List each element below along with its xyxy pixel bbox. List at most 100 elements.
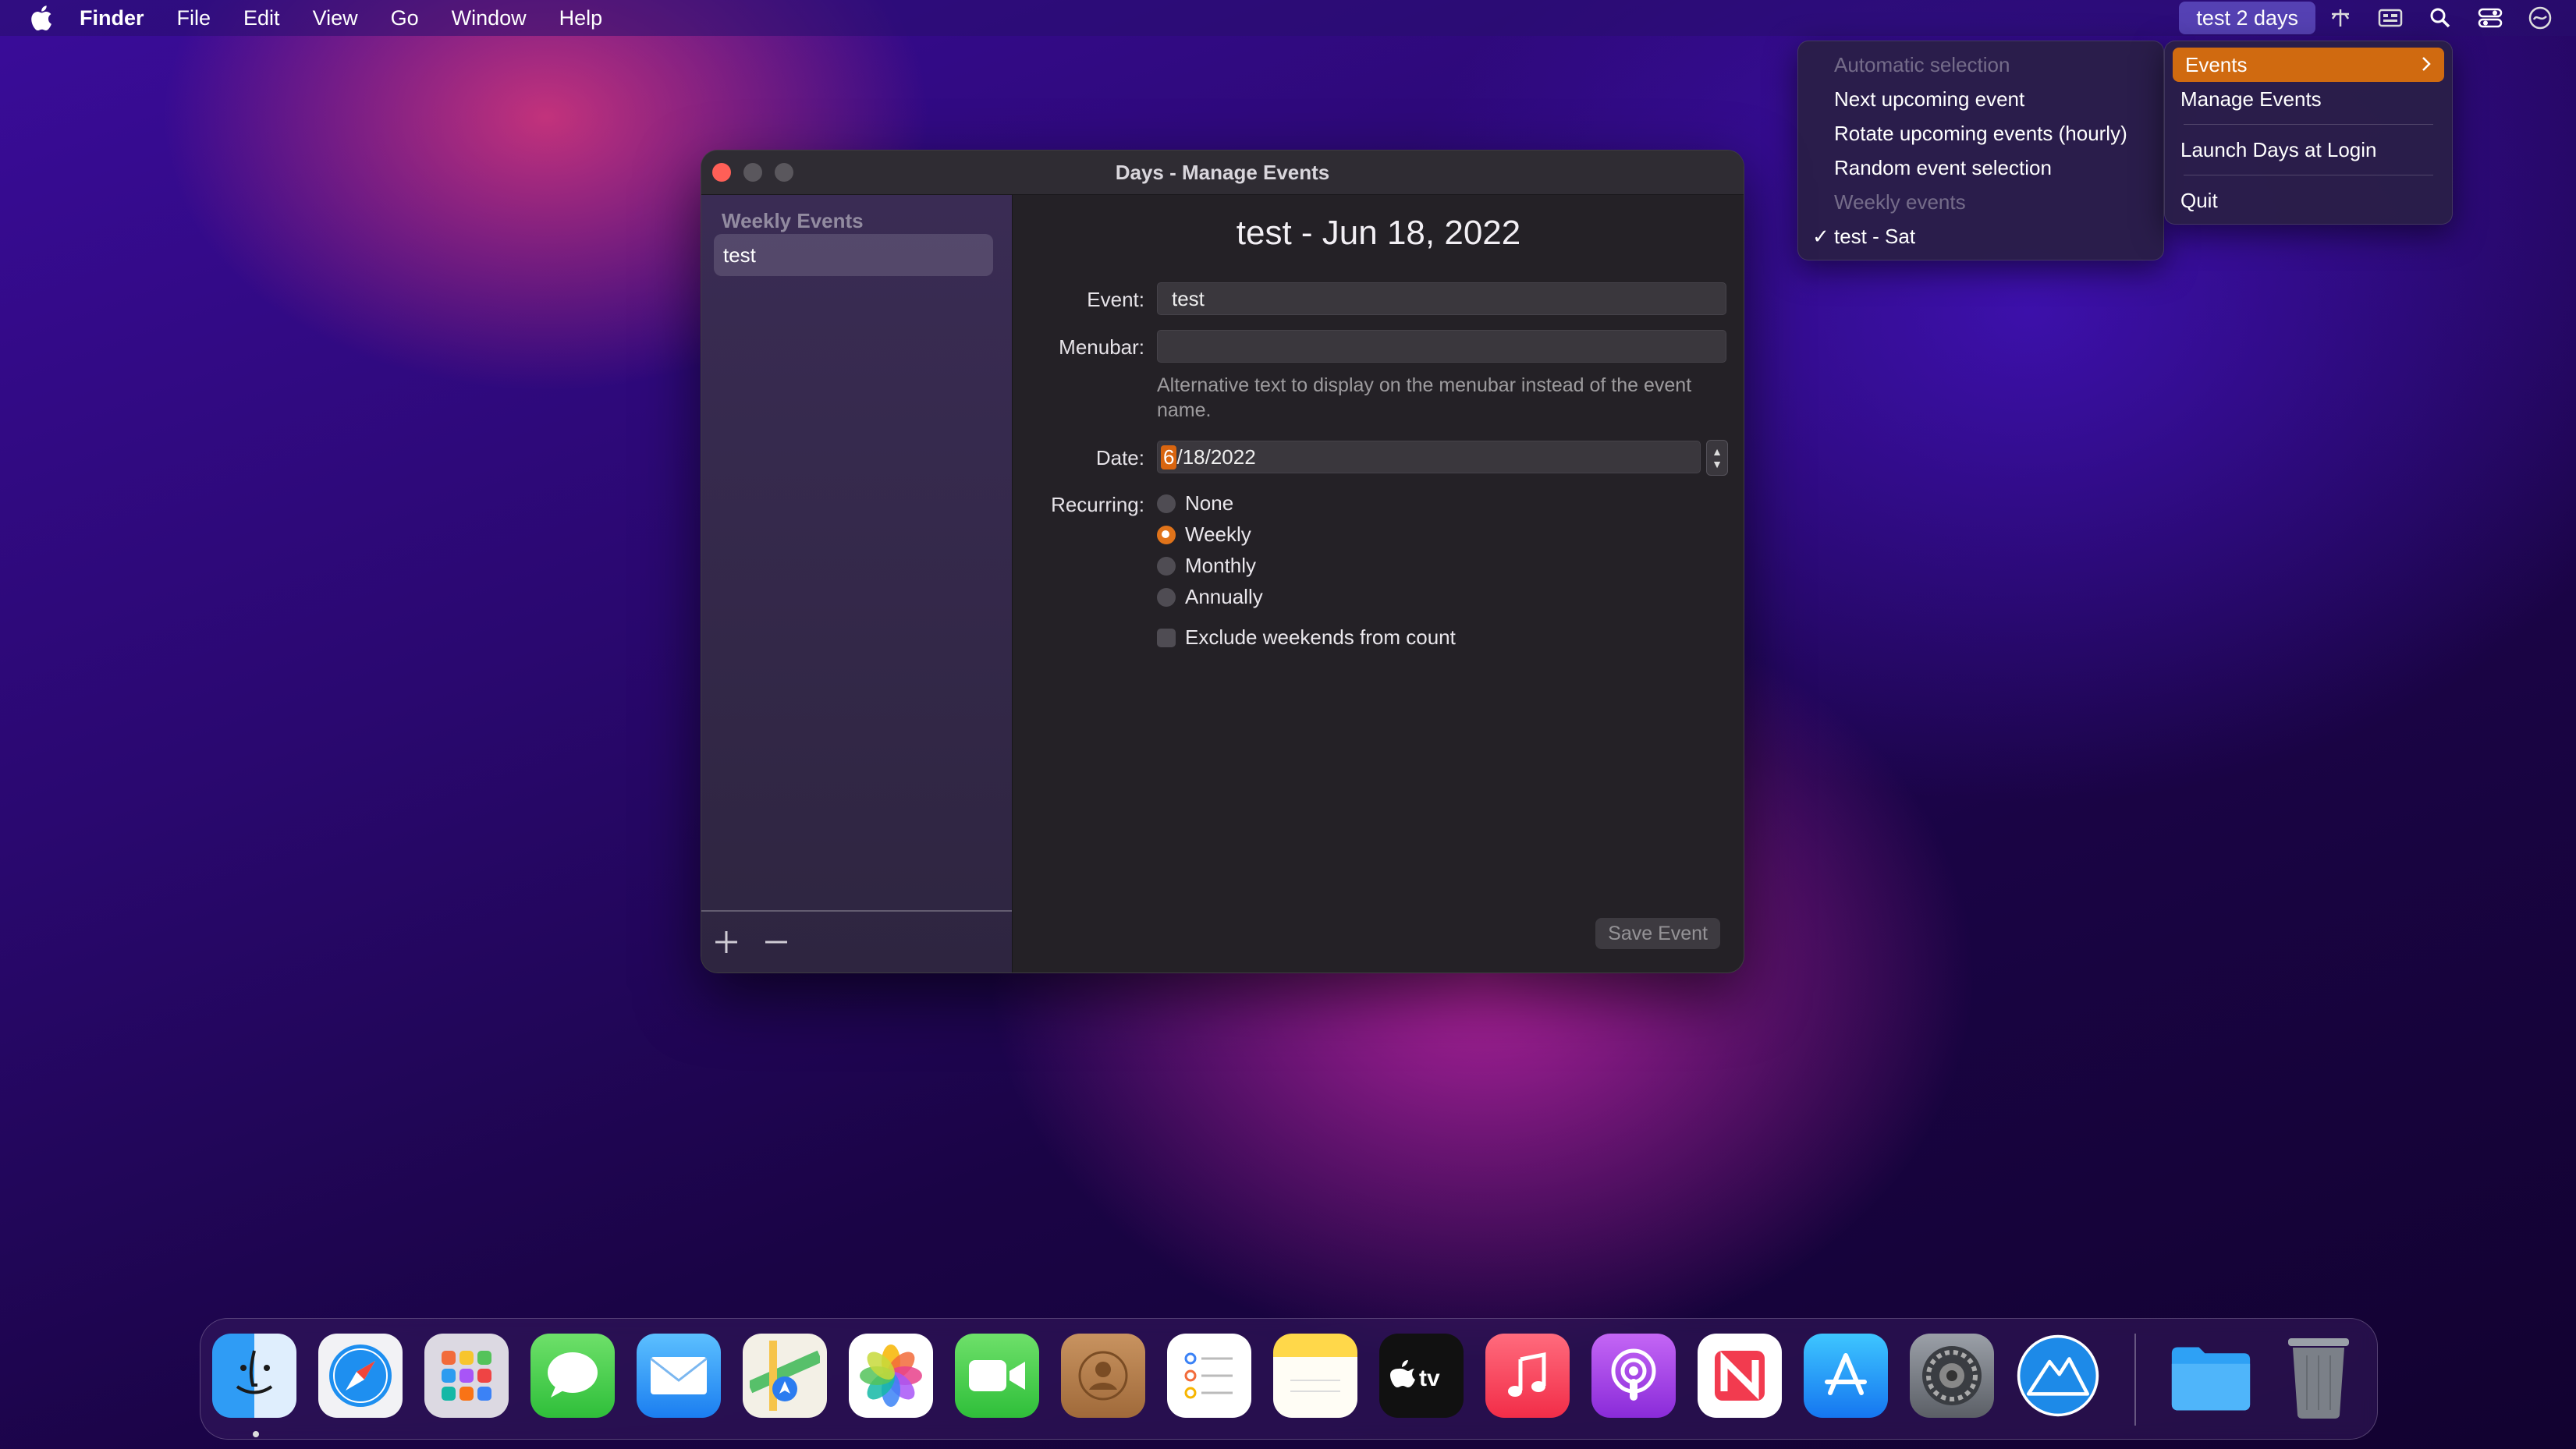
menu-item-random-selection[interactable]: Random event selection [1798,151,2163,185]
photos-app-icon[interactable] [849,1334,933,1418]
zoom-button[interactable] [775,163,793,182]
menu-file[interactable]: File [177,6,211,30]
chevron-right-icon [2421,53,2432,77]
facetime-app-icon[interactable] [955,1334,1039,1418]
trash-icon[interactable] [2276,1334,2361,1419]
menu-item-test-sat[interactable]: ✓ test - Sat [1798,219,2163,253]
system-preferences-app-icon[interactable] [1910,1334,1994,1418]
radio-annually-dot[interactable] [1157,587,1176,607]
contacts-app-icon[interactable] [1061,1334,1145,1418]
menu-item-manage-events[interactable]: Manage Events [2165,82,2452,116]
radio-weekly-dot[interactable] [1157,525,1176,544]
radio-none[interactable]: None [1157,491,1233,515]
radio-annually[interactable]: Annually [1157,585,1263,609]
svg-text:tv: tv [1419,1366,1440,1391]
add-event-button[interactable] [709,925,743,959]
window-titlebar[interactable]: Days - Manage Events [701,151,1744,195]
reminders-app-icon[interactable] [1167,1334,1251,1418]
date-label: Date: [1095,446,1144,469]
safari-app-icon[interactable] [318,1334,403,1418]
control-center-icon[interactable] [2475,2,2506,34]
days-menu: Events Manage Events Launch Days at Logi… [2164,41,2453,225]
messages-app-icon[interactable] [530,1334,615,1418]
plus-icon [715,931,737,953]
exclude-weekends-checkbox[interactable]: Exclude weekends from count [1157,625,1456,650]
launchpad-app-icon[interactable] [424,1334,509,1418]
close-button[interactable] [712,163,731,182]
minus-icon [765,941,787,944]
downloads-folder-icon[interactable] [2169,1337,2253,1421]
sidebar-header: Weekly Events [722,209,864,232]
manage-events-window: Days - Manage Events Weekly Events test … [701,150,1744,973]
menu-item-events-label: Events [2185,52,2248,76]
mail-app-icon[interactable] [637,1334,721,1418]
chevron-up-icon[interactable]: ▲ [1712,445,1723,458]
events-submenu: Automatic selection Next upcoming event … [1797,41,2164,260]
radio-annually-label: Annually [1185,585,1263,608]
keyboard-input-icon[interactable] [2375,2,2406,34]
days-app-icon[interactable] [2016,1334,2100,1418]
siri-icon[interactable] [2525,2,2556,34]
sidebar: Weekly Events test [701,195,1013,972]
menu-edit[interactable]: Edit [243,6,280,30]
radio-monthly[interactable]: Monthly [1157,554,1256,578]
podcasts-app-icon[interactable] [1591,1334,1676,1418]
menu-section-weekly-events: Weekly events [1834,190,1966,214]
date-picker-field[interactable]: 6/18/2022 [1157,441,1701,473]
date-stepper[interactable]: ▲ ▼ [1706,440,1728,476]
menu-item-quit[interactable]: Quit [2165,183,2452,218]
date-rest: /18/2022 [1176,445,1256,469]
menu-window[interactable]: Window [452,6,527,30]
news-app-icon[interactable] [1698,1334,1782,1418]
menu-item-test-sat-label: test - Sat [1834,224,1916,248]
radio-weekly[interactable]: Weekly [1157,523,1251,547]
event-editor: test - Jun 18, 2022 Event: test Menubar:… [1013,195,1744,972]
save-event-button[interactable]: Save Event [1595,918,1720,949]
menu-help[interactable]: Help [559,6,603,30]
menu-item-events[interactable]: Events [2173,48,2444,82]
window-title: Days - Manage Events [1115,160,1330,184]
maps-app-icon[interactable] [743,1334,827,1418]
sidebar-item-test[interactable]: test [714,234,993,276]
tv-app-icon[interactable]: tv [1379,1334,1464,1418]
radio-monthly-label: Monthly [1185,554,1257,577]
event-heading: test - Jun 18, 2022 [1236,214,1521,252]
menu-item-automatic-selection: Automatic selection [1834,52,2010,76]
apple-logo-icon[interactable] [30,5,53,31]
traffic-lights [712,163,793,182]
spotlight-search-icon[interactable] [2425,2,2456,34]
remove-event-button[interactable] [759,925,793,959]
event-label: Event: [1087,288,1144,311]
recurring-label: Recurring: [1051,493,1144,516]
checkmark-icon: ✓ [1812,224,1829,248]
checkbox-box[interactable] [1157,628,1176,647]
radio-monthly-dot[interactable] [1157,556,1176,576]
menubar-text-field[interactable] [1157,330,1726,363]
finder-app-icon[interactable] [212,1334,296,1418]
status-area: test 2 days [2179,0,2576,36]
chevron-down-icon[interactable]: ▼ [1712,458,1723,470]
event-name-field[interactable]: test [1157,282,1726,315]
network-icon[interactable] [2325,2,2356,34]
menu-separator [2184,124,2433,125]
notes-app-icon[interactable] [1273,1334,1357,1418]
music-app-icon[interactable] [1485,1334,1570,1418]
radio-none-label: None [1185,491,1234,515]
exclude-weekends-label: Exclude weekends from count [1185,625,1456,649]
date-month-segment[interactable]: 6 [1161,445,1177,469]
menu-item-rotate-upcoming[interactable]: Rotate upcoming events (hourly) [1798,116,2163,151]
radio-weekly-label: Weekly [1185,523,1251,546]
menu-item-launch-at-login[interactable]: Launch Days at Login [2165,133,2452,167]
sidebar-toolbar [701,910,1012,972]
radio-none-dot[interactable] [1157,494,1176,513]
days-status-item[interactable]: test 2 days [2179,2,2315,34]
running-indicator [253,1431,259,1437]
app-store-app-icon[interactable] [1804,1334,1888,1418]
menu-finder[interactable]: Finder [80,6,144,30]
menu-view[interactable]: View [313,6,358,30]
minimize-button[interactable] [743,163,762,182]
menu-bar: Finder File Edit View Go Window Help tes… [0,0,2576,36]
menubar-label: Menubar: [1059,335,1144,359]
menu-item-next-upcoming[interactable]: Next upcoming event [1798,82,2163,116]
menu-go[interactable]: Go [391,6,419,30]
